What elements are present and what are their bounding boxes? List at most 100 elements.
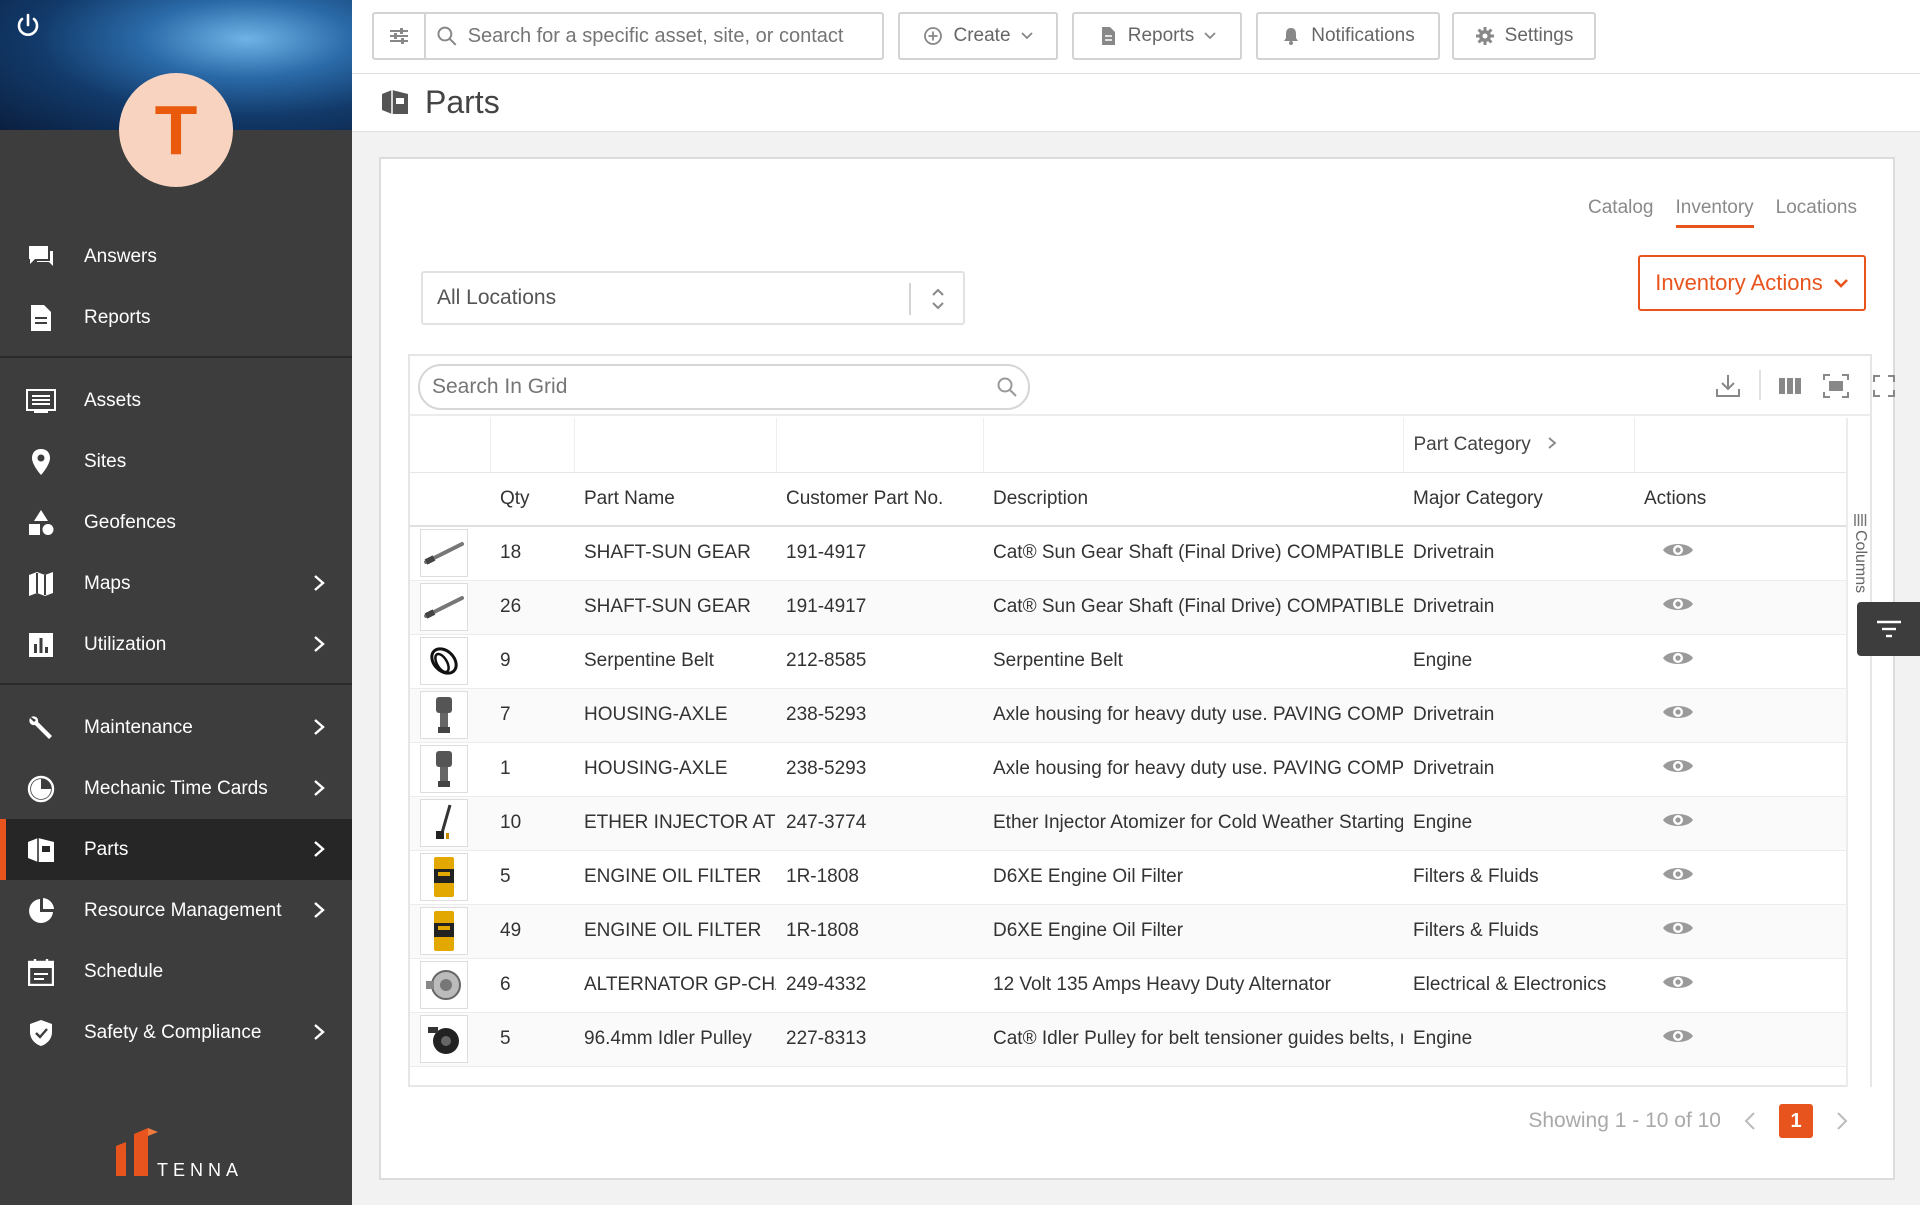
sidebar-item-schedule[interactable]: Schedule bbox=[0, 941, 352, 1002]
eye-icon[interactable] bbox=[1662, 755, 1694, 777]
table-row[interactable]: 18 SHAFT-SUN GEAR 191-4917 Cat® Sun Gear Sh… bbox=[410, 526, 1850, 581]
tab-locations[interactable]: Locations bbox=[1776, 197, 1857, 228]
filter-panel-toggle[interactable] bbox=[1857, 602, 1920, 656]
part-thumbnail[interactable] bbox=[420, 799, 468, 847]
search-icon[interactable] bbox=[996, 376, 1018, 398]
part-thumbnail[interactable] bbox=[420, 691, 468, 739]
part-name-cell: ENGINE OIL FILTER bbox=[574, 904, 776, 959]
notifications-button[interactable]: Notifications bbox=[1256, 12, 1440, 60]
top-bar: Create Reports Notifications Settings bbox=[352, 0, 1920, 74]
part-image-cell bbox=[410, 1012, 490, 1067]
qty-cell: 26 bbox=[490, 580, 574, 635]
sidebar-item-safety-compliance[interactable]: Safety & Compliance bbox=[0, 1002, 352, 1063]
eye-icon[interactable] bbox=[1662, 1025, 1694, 1047]
description-cell: Cat® Idler Pulley for belt tensioner gui… bbox=[983, 1012, 1403, 1067]
part-no-cell: 238-5293 bbox=[776, 688, 983, 743]
part-no-cell: 191-4917 bbox=[776, 526, 983, 581]
sidebar-item-parts[interactable]: Parts bbox=[0, 819, 352, 880]
part-thumbnail[interactable] bbox=[420, 1015, 468, 1063]
eye-icon[interactable] bbox=[1662, 593, 1694, 615]
settings-button[interactable]: Settings bbox=[1452, 12, 1596, 60]
column-view-button[interactable] bbox=[1776, 372, 1804, 400]
qty-cell: 5 bbox=[490, 850, 574, 905]
chevron-down-icon bbox=[1020, 32, 1033, 40]
location-select[interactable]: All Locations bbox=[421, 271, 965, 325]
part-thumbnail[interactable] bbox=[420, 907, 468, 955]
eye-icon[interactable] bbox=[1662, 863, 1694, 885]
sidebar-item-label: Resource Management bbox=[84, 899, 282, 921]
part-category-group-header[interactable]: Part Category bbox=[1403, 418, 1635, 473]
tab-inventory[interactable]: Inventory bbox=[1675, 197, 1754, 228]
part-name-cell: ETHER INJECTOR ATOMIZER bbox=[574, 796, 776, 851]
eye-icon[interactable] bbox=[1662, 539, 1694, 561]
group-header-row: Part Category bbox=[410, 418, 1851, 473]
table-row[interactable]: 49 ENGINE OIL FILTER 1R-1808 D6XE Engine Oi… bbox=[410, 904, 1850, 959]
power-icon[interactable] bbox=[14, 12, 42, 40]
page-number-button[interactable]: 1 bbox=[1779, 1104, 1813, 1138]
sidebar-item-geofences[interactable]: Geofences bbox=[0, 492, 352, 553]
actions-cell bbox=[1634, 796, 1850, 851]
search-filter-button[interactable] bbox=[372, 12, 424, 60]
part-image-cell bbox=[410, 850, 490, 905]
grid-search-input[interactable] bbox=[432, 375, 972, 399]
sidebar-item-assets[interactable]: Assets bbox=[0, 370, 352, 431]
sidebar-item-answers[interactable]: Answers bbox=[0, 226, 352, 287]
chevron-right-icon bbox=[314, 719, 325, 735]
inventory-actions-button[interactable]: Inventory Actions bbox=[1638, 255, 1866, 311]
col-header-part-name[interactable]: Part Name bbox=[574, 472, 776, 527]
box-icon bbox=[26, 837, 56, 863]
part-thumbnail[interactable] bbox=[420, 637, 468, 685]
chevron-right-icon[interactable] bbox=[1835, 1110, 1849, 1132]
actions-cell bbox=[1634, 1012, 1850, 1067]
download-button[interactable] bbox=[1714, 372, 1742, 400]
part-thumbnail[interactable] bbox=[420, 583, 468, 631]
page-header: Parts bbox=[352, 74, 1920, 132]
table-row[interactable]: 5 ENGINE OIL FILTER 1R-1808 D6XE Engine Oil… bbox=[410, 850, 1850, 905]
eye-icon[interactable] bbox=[1662, 647, 1694, 669]
create-button[interactable]: Create bbox=[898, 12, 1058, 60]
sidebar-item-label: Assets bbox=[84, 389, 142, 411]
part-thumbnail[interactable] bbox=[420, 529, 468, 578]
sidebar-item-reports[interactable]: Reports bbox=[0, 287, 352, 348]
sidebar-item-maintenance[interactable]: Maintenance bbox=[0, 697, 352, 758]
table-row[interactable]: 9 Serpentine Belt 212-8585 Serpentine Belt E… bbox=[410, 634, 1850, 689]
table-row[interactable]: 26 SHAFT-SUN GEAR 191-4917 Cat® Sun Gear Sh… bbox=[410, 580, 1850, 635]
reports-button[interactable]: Reports bbox=[1072, 12, 1242, 60]
sidebar-item-maps[interactable]: Maps bbox=[0, 553, 352, 614]
avatar[interactable]: T bbox=[119, 73, 233, 187]
fit-screen-button[interactable] bbox=[1822, 372, 1850, 400]
eye-icon[interactable] bbox=[1662, 971, 1694, 993]
category-cell: Drivetrain bbox=[1403, 742, 1634, 797]
sidebar-item-label: Sites bbox=[84, 450, 127, 472]
part-name-cell: HOUSING-AXLE bbox=[574, 688, 776, 743]
part-thumbnail[interactable] bbox=[420, 961, 468, 1009]
table-row[interactable]: 10ETHER INJECTOR ATOMIZER247-3774Ether I… bbox=[410, 796, 1850, 851]
col-header-customer-part-no[interactable]: Customer Part No. bbox=[776, 472, 983, 527]
map-pin-icon bbox=[26, 449, 56, 475]
global-search-input[interactable] bbox=[467, 24, 882, 48]
chevron-left-icon[interactable] bbox=[1743, 1110, 1757, 1132]
sidebar-item-mechanic-time-cards[interactable]: Mechanic Time Cards bbox=[0, 758, 352, 819]
table-row[interactable]: 1 HOUSING-AXLE 238-5293 Axle housing for he… bbox=[410, 742, 1850, 797]
part-thumbnail[interactable] bbox=[420, 853, 468, 901]
eye-icon[interactable] bbox=[1662, 917, 1694, 939]
col-header-qty[interactable]: Qty bbox=[490, 472, 574, 527]
qty-cell: 18 bbox=[490, 526, 574, 581]
sidebar-item-utilization[interactable]: Utilization bbox=[0, 614, 352, 675]
document-icon bbox=[26, 305, 56, 331]
col-header-major-category[interactable]: Major Category bbox=[1403, 472, 1634, 527]
tab-catalog[interactable]: Catalog bbox=[1588, 197, 1654, 228]
fullscreen-button[interactable] bbox=[1870, 372, 1898, 400]
table-row[interactable]: 7 HOUSING-AXLE 238-5293 Axle housing for he… bbox=[410, 688, 1850, 743]
eye-icon[interactable] bbox=[1662, 809, 1694, 831]
description-cell: D6XE Engine Oil Filter bbox=[983, 904, 1403, 959]
sidebar-item-resource-management[interactable]: Resource Management bbox=[0, 880, 352, 941]
table-row[interactable]: 5 96.4mm Idler Pulley 227-8313 Cat® Idler P… bbox=[410, 1012, 1850, 1067]
columns-side-panel[interactable]: Columns bbox=[1846, 418, 1870, 1087]
eye-icon[interactable] bbox=[1662, 701, 1694, 723]
part-thumbnail[interactable] bbox=[420, 745, 468, 793]
category-cell: Engine bbox=[1403, 1012, 1634, 1067]
table-row[interactable]: 6ALTERNATOR GP-CHARGING249-433212 Volt 1… bbox=[410, 958, 1850, 1013]
col-header-description[interactable]: Description bbox=[983, 472, 1403, 527]
sidebar-item-sites[interactable]: Sites bbox=[0, 431, 352, 492]
